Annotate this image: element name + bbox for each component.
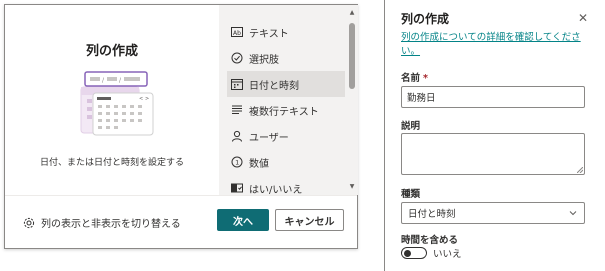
column-type-list-pane: Ab テキスト 選択肢 日付と時刻 複数行テキスト ユーザー 1 数値 はい/い…	[219, 5, 358, 195]
column-type-list: Ab テキスト 選択肢 日付と時刻 複数行テキスト ユーザー 1 数値 はい/い…	[227, 19, 345, 195]
type-select[interactable]: 日付と時刻	[401, 202, 585, 224]
dialog-preview-pane: 列の作成 < > / / 日付、または日付と時刻を設定する	[5, 5, 219, 195]
column-type-multiline-text[interactable]: 複数行テキスト	[227, 97, 345, 123]
column-type-number[interactable]: 1 数値	[227, 149, 345, 175]
person-icon	[231, 130, 243, 142]
column-type-label: 数値	[249, 158, 269, 170]
include-time-label: 時間を含める	[401, 235, 459, 246]
description-textarea[interactable]	[401, 133, 585, 175]
name-input[interactable]	[401, 86, 585, 108]
create-column-dialog: 列の作成 < > / / 日付、または日付と時刻を設定する Ab テキスト 選択…	[4, 4, 358, 249]
include-time-state: いいえ	[433, 249, 462, 260]
column-type-label: 複数行テキスト	[249, 106, 319, 118]
column-type-text[interactable]: Ab テキスト	[227, 19, 345, 45]
column-type-yes-no[interactable]: はい/いいえ	[227, 175, 345, 195]
toggle-knob	[404, 249, 411, 257]
close-icon[interactable]: ✕	[577, 12, 589, 24]
choice-check-icon	[231, 52, 243, 64]
column-type-label: はい/いいえ	[249, 184, 303, 196]
scroll-down-arrow-icon[interactable]: ▼	[348, 183, 356, 191]
column-type-choice[interactable]: 選択肢	[227, 45, 345, 71]
description-field-label: 説明	[401, 121, 421, 132]
multiline-text-icon	[231, 104, 243, 116]
yes-no-icon	[231, 182, 243, 194]
scroll-thumb[interactable]	[349, 23, 355, 89]
cancel-button[interactable]: キャンセル	[275, 209, 344, 231]
number-icon: 1	[231, 156, 243, 168]
column-type-label: 選択肢	[249, 54, 279, 66]
next-button[interactable]: 次へ	[217, 209, 269, 231]
type-field-label: 種類	[401, 189, 421, 200]
column-type-label: ユーザー	[249, 132, 289, 144]
create-column-panel: 列の作成 ✕ 列の作成についての詳細を確認してください。 名前* 説明 種類 日…	[384, 0, 602, 271]
column-type-label: 日付と時刻	[249, 80, 299, 92]
name-label-text: 名前	[401, 73, 421, 84]
column-type-person[interactable]: ユーザー	[227, 123, 345, 149]
type-list-scrollbar[interactable]: ▲ ▼	[348, 9, 356, 191]
resize-grip-icon[interactable]	[577, 167, 583, 173]
include-time-toggle[interactable]	[401, 247, 427, 259]
calendar-icon	[231, 78, 243, 90]
svg-text:Ab: Ab	[233, 30, 241, 37]
dialog-title: 列の作成	[85, 44, 138, 59]
toggle-column-visibility-label: 列の表示と非表示を切り替える	[41, 219, 181, 230]
text-icon: Ab	[231, 26, 243, 38]
svg-text:<: <	[139, 96, 143, 102]
include-time-toggle-row: いいえ	[401, 246, 462, 260]
required-marker: *	[423, 73, 428, 84]
scroll-up-arrow-icon[interactable]: ▲	[348, 9, 356, 17]
toggle-column-visibility-link[interactable]: 列の表示と非表示を切り替える	[23, 215, 181, 230]
column-type-datetime[interactable]: 日付と時刻	[227, 71, 345, 97]
panel-title: 列の作成	[401, 12, 450, 26]
name-field-label: 名前 *	[401, 70, 428, 84]
svg-text:>: >	[145, 96, 149, 102]
dialog-description: 日付、または日付と時刻を設定する	[39, 158, 184, 168]
chevron-down-icon	[569, 211, 577, 216]
gear-icon	[23, 217, 35, 228]
dialog-footer: 列の表示と非表示を切り替える 次へ キャンセル	[5, 195, 357, 248]
calendar-illustration: < > / /	[80, 71, 154, 136]
column-type-label: テキスト	[249, 28, 289, 40]
type-select-value: 日付と時刻	[408, 209, 456, 220]
svg-text:1: 1	[235, 159, 239, 167]
learn-more-link[interactable]: 列の作成についての詳細を確認してください。	[401, 31, 589, 59]
